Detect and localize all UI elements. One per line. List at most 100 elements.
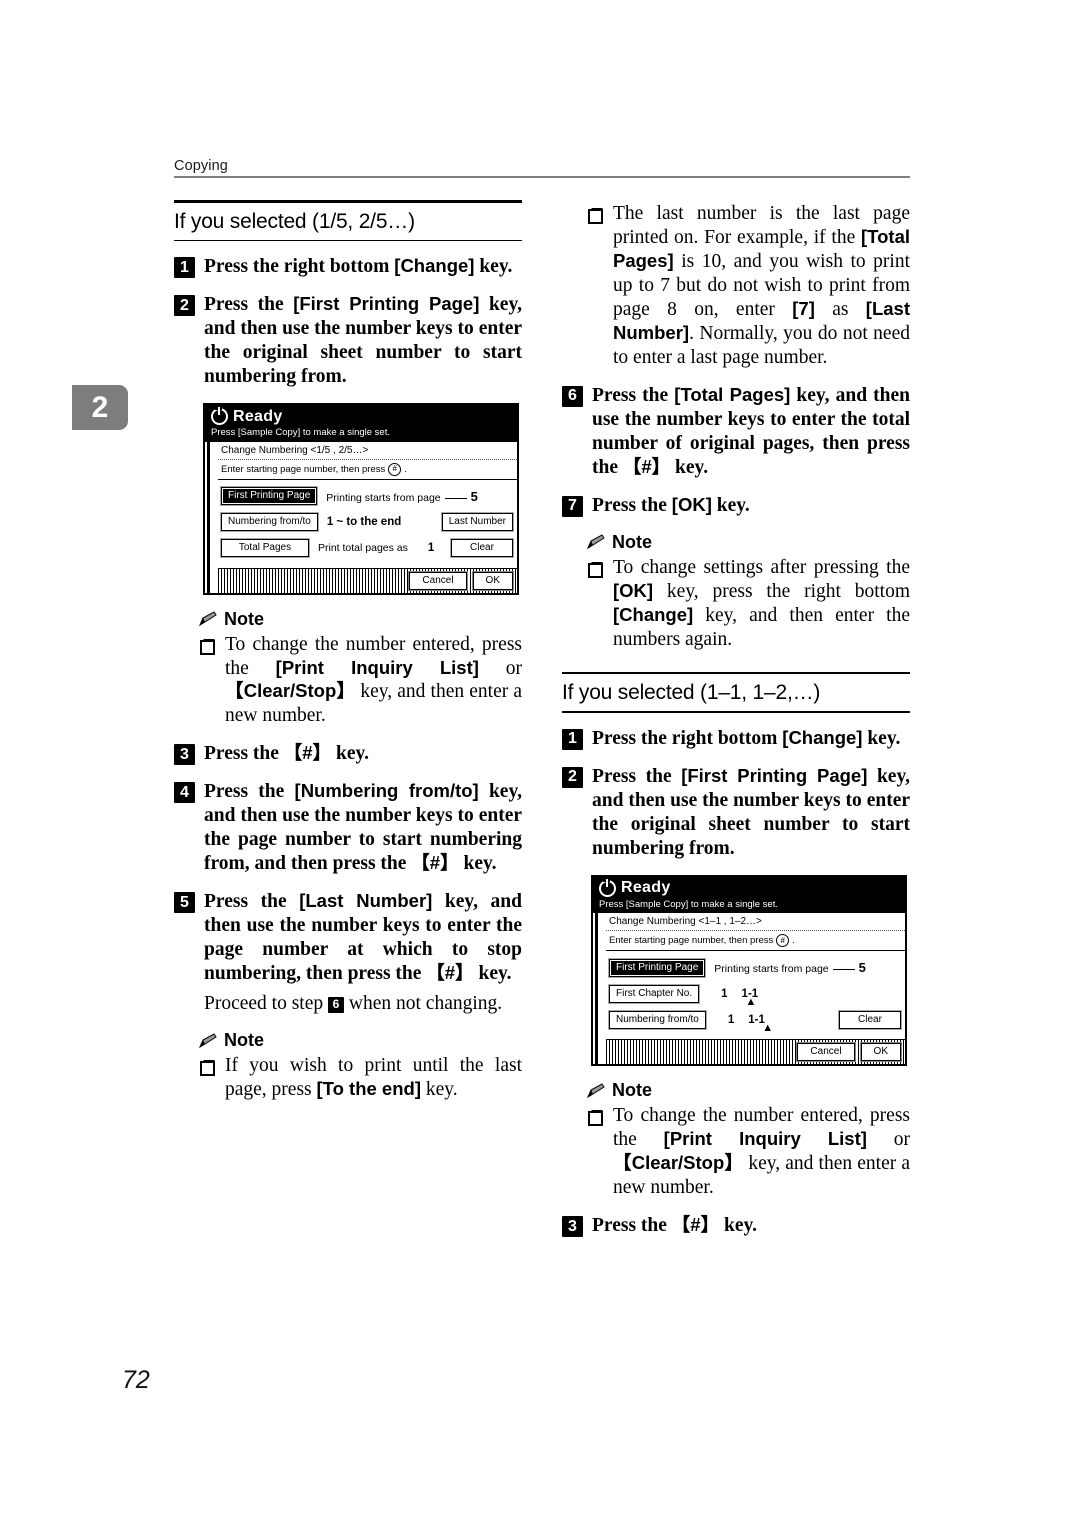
running-header: Copying [174, 158, 910, 178]
note-heading: Note [174, 609, 522, 630]
lcd-status-bar: Ready Press [Sample Copy] to make a sing… [205, 405, 517, 442]
note-block-2: Note If you wish to print until the last… [174, 1030, 522, 1102]
lcd-row-total-pages: Total Pages Print total pages as 1 Clear [221, 539, 513, 558]
step-text-part: Press the [204, 294, 294, 316]
lcd-row-numbering-from-to: Numbering from/to 1 ~ to the end Last Nu… [221, 513, 513, 532]
hash-key-icon: # [776, 934, 790, 948]
note-block-3: Note To change settings after pressing t… [562, 532, 910, 652]
lcd-button-ok[interactable]: OK [472, 571, 513, 590]
lcd-row-label: Printing starts from page 5 [714, 960, 866, 975]
lcd-row-first-printing-page: First Printing Page Printing starts from… [609, 958, 901, 977]
key-first-printing-page: [First Printing Page] [293, 293, 480, 315]
key-hash: 【#】 [283, 742, 332, 764]
lcd-button-clear[interactable]: Clear [451, 539, 513, 558]
note-heading: Note [174, 1030, 522, 1051]
step-text-part: Press the right bottom [592, 727, 783, 749]
section-rule-bottom [174, 239, 522, 242]
lcd-row-value: 5 [470, 488, 478, 504]
lcd-button-first-printing-page[interactable]: First Printing Page [609, 958, 706, 977]
lcd-row-label: Printing starts from page 5 [326, 489, 478, 504]
lcd-row-value: 5 [858, 960, 866, 976]
note-item: If you wish to print until the last page… [174, 1054, 522, 1102]
lcd-status-bar: Ready Press [Sample Copy] to make a sing… [593, 876, 905, 914]
lcd-button-cancel[interactable]: Cancel [797, 1043, 855, 1062]
lcd-content: Change Numbering <1–1 , 1–2…> Enter star… [595, 913, 905, 1065]
note-heading-label: Note [612, 531, 652, 552]
key-first-printing-page: [First Printing Page] [681, 764, 868, 786]
right-column: The last number is the last page printed… [562, 200, 910, 1238]
key-print-inquiry-list: [Print Inquiry List] [275, 656, 479, 678]
note-heading-label: Note [224, 608, 264, 629]
lcd-button-cancel[interactable]: Cancel [409, 571, 467, 590]
note-item: To change the number entered, press the … [174, 633, 522, 729]
lcd-prompt-end: . [792, 935, 795, 947]
lcd-prompt-end: . [404, 463, 407, 475]
step-number-badge: 2 [562, 766, 583, 788]
lcd-button-first-printing-page[interactable]: First Printing Page [221, 487, 318, 506]
key-print-inquiry-list: [Print Inquiry List] [663, 1128, 867, 1150]
key-numbering-from-to: [Numbering from/to] [294, 780, 479, 802]
note-bullet-icon [200, 639, 215, 655]
key-clear-stop: 【Clear/Stop】 [613, 1152, 744, 1174]
step-number-badge: 4 [174, 782, 195, 804]
page-number: 72 [122, 1366, 150, 1394]
note-heading: Note [562, 1080, 910, 1101]
step-text: Press the 【#】 key. [204, 742, 522, 766]
lcd-button-total-pages[interactable]: Total Pages [221, 539, 309, 558]
pencil-icon [586, 534, 605, 550]
step-text: Press the right bottom [Change] key. [592, 727, 910, 751]
lcd-screenshot-2: Ready Press [Sample Copy] to make a sing… [591, 874, 907, 1067]
lcd-button-ok[interactable]: OK [860, 1043, 901, 1062]
cont-text-part: Proceed to step [204, 993, 329, 1015]
lcd-row-label-text: 1 ~ to the end [326, 516, 402, 529]
lcd-footer-bar: Cancel OK [606, 1039, 905, 1064]
inline-step-badge-6: 6 [328, 996, 345, 1013]
lcd-breadcrumb: Change Numbering <1/5 , 2/5…> [218, 442, 517, 460]
key-hash: 【#】 [411, 852, 459, 874]
step-text-part: key. [474, 256, 513, 278]
key-change: [Change] [613, 603, 694, 625]
lcd-row-numbering-from-to: Numbering from/to 1 1-1 ▲ Clear [609, 1010, 901, 1033]
lcd-breadcrumb: Change Numbering <1–1 , 1–2…> [606, 913, 905, 932]
note-bullet-icon [200, 1061, 215, 1077]
note-block-4: Note To change the number entered, press… [562, 1080, 910, 1200]
hash-key-icon: # [388, 462, 402, 476]
pencil-icon [198, 1033, 217, 1049]
section-rule-top [562, 671, 910, 675]
lcd-row-label: Print total pages as 1 [318, 542, 434, 554]
step-number-badge: 1 [562, 728, 583, 750]
lcd-button-numbering-from-to[interactable]: Numbering from/to [609, 1010, 706, 1029]
step-text-part: Press the [204, 781, 295, 803]
lcd-status-sub: Press [Sample Copy] to make a single set… [211, 427, 390, 439]
lcd-value-underline [444, 497, 467, 499]
step-text-part: key. [862, 727, 901, 749]
note-heading-label: Note [612, 1080, 652, 1101]
step-text-part: key. [711, 494, 750, 516]
step-text-part: key. [331, 743, 370, 765]
step-5-continuation: Proceed to step 6 when not changing. [204, 992, 522, 1016]
step-5: 5 Press the [Last Number] key, and then … [174, 890, 522, 1016]
lcd-screenshot-1: Ready Press [Sample Copy] to make a sing… [203, 403, 519, 595]
lcd-button-last-number[interactable]: Last Number [441, 513, 513, 532]
note-block-1: Note To change the number entered, press… [174, 609, 522, 729]
lcd-status-title: Ready [621, 879, 671, 897]
key-total-pages: [Total Pages] [674, 383, 791, 405]
step-text-part: Press the [204, 891, 300, 913]
step-text: Press the [First Printing Page] key, and… [592, 765, 910, 861]
left-column: If you selected (1/5, 2/5…) 1 Press the … [174, 200, 522, 1102]
key-change: [Change] [394, 255, 475, 277]
lcd-button-clear[interactable]: Clear [839, 1010, 901, 1029]
header-chapter-label: Copying [174, 158, 228, 174]
step-text: Press the right bottom [Change] key. [204, 255, 522, 279]
key-seven: [7] [792, 297, 815, 319]
section-title: If you selected (1/5, 2/5…) [174, 209, 415, 233]
step-text-part: key. [473, 963, 512, 985]
note-text-part: or [478, 657, 522, 679]
key-ok: [OK] [613, 579, 654, 601]
header-rule [174, 176, 910, 178]
lcd-status-title: Ready [233, 407, 283, 425]
lcd-button-numbering-from-to[interactable]: Numbering from/to [221, 513, 318, 532]
step-1: 1 Press the right bottom [Change] key. [174, 255, 522, 279]
step-text: Press the [First Printing Page] key, and… [204, 293, 522, 389]
lcd-button-first-chapter-no[interactable]: First Chapter No. [609, 984, 700, 1003]
